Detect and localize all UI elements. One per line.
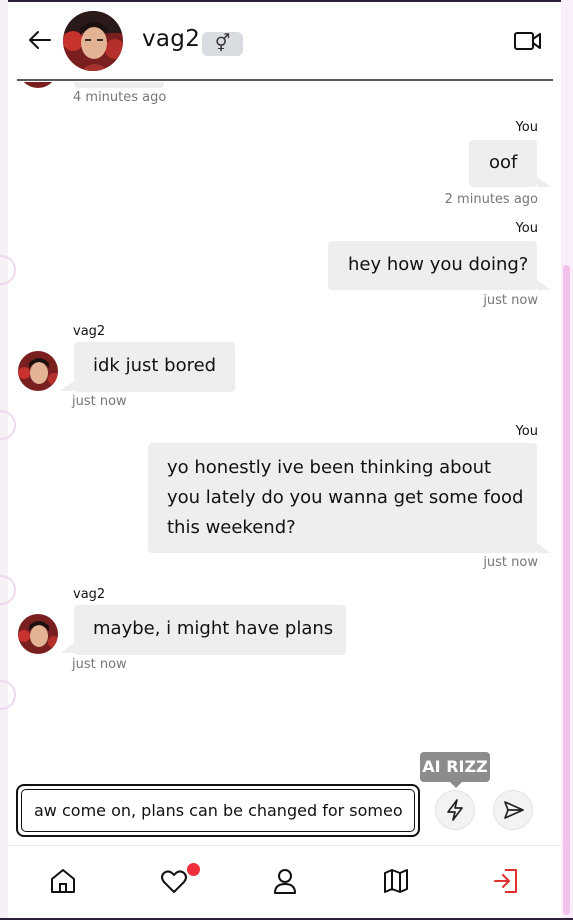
chat-username[interactable]: vag2 [142, 26, 200, 52]
message-bubble: oof [469, 140, 537, 187]
arrow-left-icon [29, 31, 51, 49]
message-input-box[interactable] [16, 784, 420, 837]
app-frame: vag2 ⚥ 4 minutes ago You oof 2 minutes a… [0, 0, 573, 920]
message-bubble [74, 82, 164, 88]
message-text: oof [489, 152, 518, 173]
gender-badge: ⚥ [202, 32, 243, 56]
send-button[interactable] [493, 790, 533, 830]
message-timestamp: just now [483, 293, 538, 308]
message-bubble: idk just bored [74, 342, 235, 392]
message-timestamp: 2 minutes ago [444, 192, 538, 207]
video-call-button[interactable] [513, 29, 543, 53]
message-input-wrapper[interactable] [21, 789, 415, 832]
message-text: hey how you doing? [348, 254, 529, 275]
message-list[interactable]: 4 minutes ago You oof 2 minutes ago You … [8, 82, 561, 777]
heart-icon [161, 870, 187, 893]
bubble-tail [60, 643, 74, 653]
message-bubble: maybe, i might have plans [74, 605, 346, 655]
scrollbar-track[interactable] [561, 0, 573, 920]
tooltip-arrow [450, 782, 462, 788]
message-bubble: yo honestly ive been thinking about you … [148, 443, 537, 553]
tooltip-label: AI RIZZ [422, 757, 488, 776]
message-bubble: hey how you doing? [328, 241, 537, 290]
left-decoration [0, 0, 16, 920]
bottom-nav [8, 846, 561, 918]
message-sender: You [515, 424, 538, 439]
chat-header: vag2 ⚥ [8, 2, 561, 80]
header-divider [17, 79, 553, 81]
bubble-tail [537, 177, 551, 187]
avatar[interactable] [18, 614, 58, 654]
nav-profile[interactable] [270, 866, 300, 896]
home-icon [51, 869, 75, 893]
message-sender: vag2 [73, 587, 106, 602]
nav-logout[interactable] [492, 866, 522, 896]
ai-rizz-button[interactable] [435, 790, 475, 830]
avatar[interactable] [63, 11, 123, 71]
message-text: yo honestly ive been thinking about you … [167, 457, 524, 538]
logout-icon [494, 869, 517, 893]
message-timestamp: just now [483, 555, 538, 570]
nav-likes[interactable] [159, 866, 189, 896]
back-button[interactable] [26, 26, 54, 54]
send-icon [504, 801, 524, 819]
video-camera-icon [514, 32, 541, 50]
message-text: idk just bored [93, 355, 217, 376]
notification-badge [187, 863, 200, 876]
message-timestamp: 4 minutes ago [73, 90, 167, 105]
message-timestamp: just now [72, 394, 127, 409]
message-sender: You [515, 221, 538, 236]
ai-rizz-tooltip: AI RIZZ [420, 752, 490, 788]
lightning-icon [447, 799, 463, 821]
map-icon [384, 869, 408, 893]
nav-home[interactable] [48, 866, 78, 896]
nav-map[interactable] [381, 866, 411, 896]
avatar[interactable] [18, 82, 58, 88]
bubble-tail [537, 280, 551, 290]
message-sender: You [515, 120, 538, 135]
user-icon [274, 869, 296, 894]
bubble-tail [60, 381, 74, 391]
message-text: maybe, i might have plans [93, 618, 334, 639]
avatar[interactable] [18, 351, 58, 391]
bubble-tail [537, 543, 551, 553]
scrollbar-thumb[interactable] [563, 265, 570, 915]
message-sender: vag2 [73, 324, 106, 339]
message-input[interactable] [22, 790, 414, 831]
message-timestamp: just now [72, 657, 127, 672]
